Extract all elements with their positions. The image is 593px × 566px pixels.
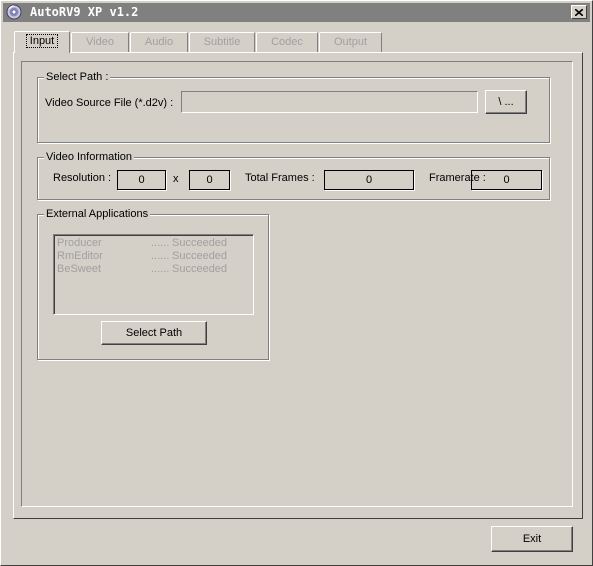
video-source-label: Video Source File (*.d2v) : xyxy=(45,97,174,109)
browse-button[interactable]: \ ... xyxy=(485,90,527,114)
app-status: Succeeded xyxy=(172,237,228,249)
external-applications-legend: External Applications xyxy=(44,207,151,221)
resolution-separator: x xyxy=(173,173,179,185)
tab-input-label: Input xyxy=(25,34,59,48)
tab-subtitle[interactable]: Subtitle xyxy=(189,32,255,52)
app-dots: ...... xyxy=(151,263,170,275)
app-disc-icon xyxy=(6,4,22,20)
video-information-legend: Video Information xyxy=(44,150,135,164)
select-path-group: Select Path : Video Source File (*.d2v) … xyxy=(37,70,550,143)
app-name: Producer xyxy=(57,237,102,249)
input-tab-panel: Select Path : Video Source File (*.d2v) … xyxy=(13,52,583,519)
tab-output-label: Output xyxy=(333,36,368,48)
app-name: RmEditor xyxy=(57,250,103,262)
exit-button[interactable]: Exit xyxy=(491,526,573,552)
app-dots: ...... xyxy=(151,237,170,249)
select-path-legend: Select Path : xyxy=(44,70,111,84)
app-window: AutoRV9 XP v1.2 Input Video Audio Subtit… xyxy=(0,0,593,566)
framerate-value: 0 xyxy=(471,170,542,190)
external-applications-group: External Applications Producer ...... Su… xyxy=(37,207,269,360)
tab-codec[interactable]: Codec xyxy=(256,32,318,52)
input-inner-panel: Select Path : Video Source File (*.d2v) … xyxy=(21,61,573,507)
list-item: RmEditor ...... Succeeded xyxy=(57,250,250,263)
external-applications-list[interactable]: Producer ...... Succeeded RmEditor .....… xyxy=(53,234,254,315)
tab-video-label: Video xyxy=(86,36,114,48)
close-button[interactable] xyxy=(571,5,587,19)
tab-audio-label: Audio xyxy=(144,36,174,48)
list-item: Producer ...... Succeeded xyxy=(57,237,250,250)
tab-audio[interactable]: Audio xyxy=(130,32,188,52)
video-information-group: Video Information Resolution : 0 x 0 Tot… xyxy=(37,150,550,200)
tab-codec-label: Codec xyxy=(271,36,303,48)
resolution-width-value: 0 xyxy=(117,170,166,190)
app-status: Succeeded xyxy=(172,263,228,275)
close-icon xyxy=(575,8,583,16)
resolution-label: Resolution : xyxy=(53,172,112,184)
tab-subtitle-label: Subtitle xyxy=(203,36,241,48)
app-status: Succeeded xyxy=(172,250,228,262)
video-source-input[interactable] xyxy=(181,91,478,113)
list-item: BeSweet ...... Succeeded xyxy=(57,263,250,276)
tab-input[interactable]: Input xyxy=(14,31,70,53)
total-frames-value: 0 xyxy=(324,170,414,190)
tab-video[interactable]: Video xyxy=(71,32,129,52)
resolution-height-value: 0 xyxy=(189,170,230,190)
app-name: BeSweet xyxy=(57,263,102,275)
app-dots: ...... xyxy=(151,250,170,262)
tab-output[interactable]: Output xyxy=(319,32,382,52)
total-frames-label: Total Frames : xyxy=(245,172,315,184)
select-path-button[interactable]: Select Path xyxy=(101,321,207,345)
title-bar[interactable]: AutoRV9 XP v1.2 xyxy=(3,3,590,22)
window-title: AutoRV9 XP v1.2 xyxy=(30,5,139,19)
